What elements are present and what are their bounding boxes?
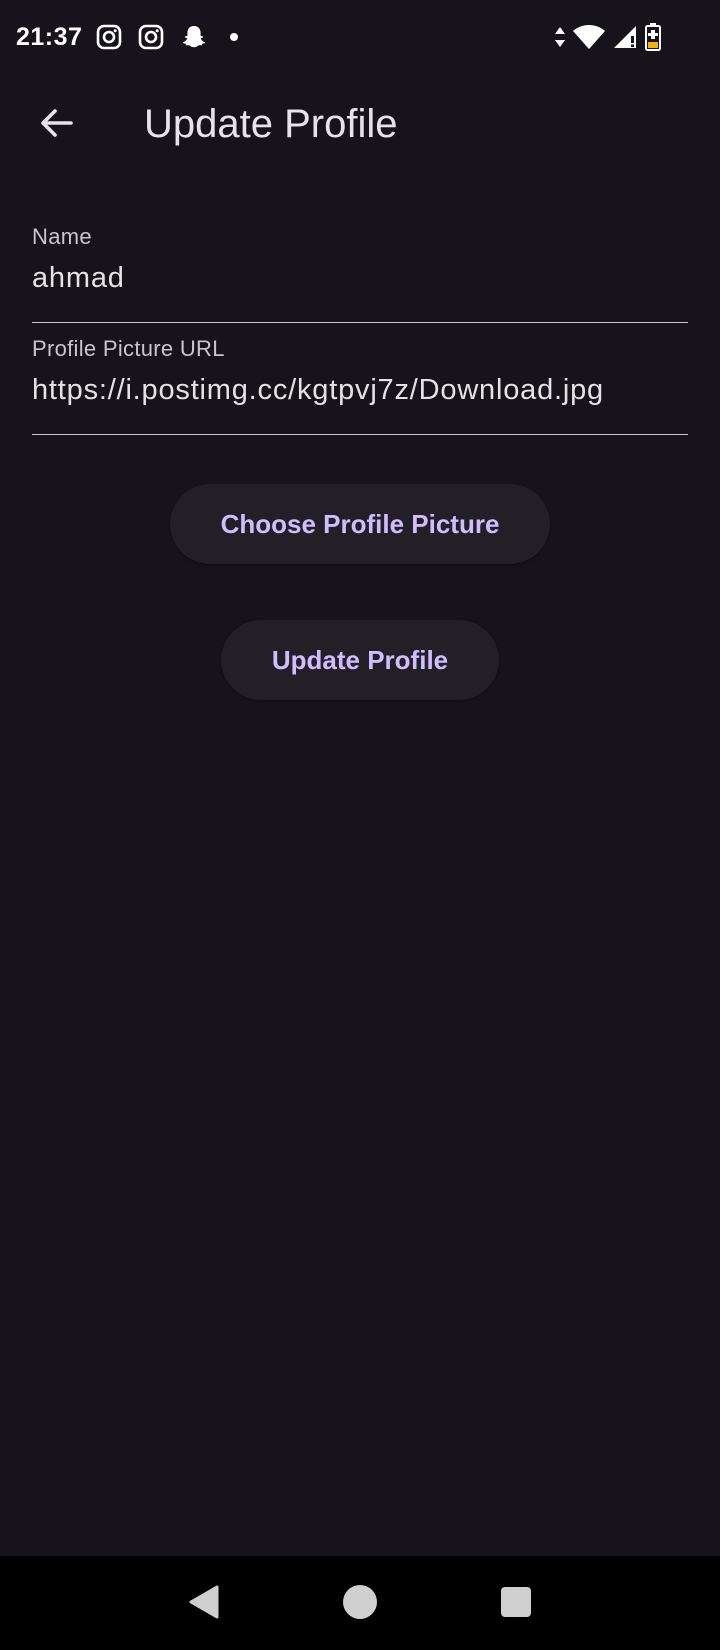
nav-home-button[interactable] xyxy=(330,1573,390,1633)
update-profile-button[interactable]: Update Profile xyxy=(221,620,499,700)
home-circle-icon xyxy=(342,1584,378,1623)
page-title: Update Profile xyxy=(144,101,398,146)
cell-signal-icon xyxy=(612,24,638,50)
back-button[interactable] xyxy=(24,92,88,156)
system-nav-bar xyxy=(0,1556,720,1650)
dot-icon xyxy=(224,27,244,47)
arrow-left-icon xyxy=(38,105,74,144)
profile-picture-url-field[interactable]: Profile Picture URL xyxy=(32,336,688,435)
system-icons xyxy=(554,22,662,52)
name-input[interactable] xyxy=(32,262,688,295)
nav-back-button[interactable] xyxy=(174,1573,234,1633)
instagram-icon xyxy=(138,24,164,50)
profile-picture-url-input[interactable] xyxy=(32,374,688,407)
profile-picture-url-label: Profile Picture URL xyxy=(32,336,225,361)
nav-recents-button[interactable] xyxy=(486,1573,546,1633)
recents-square-icon xyxy=(500,1586,532,1621)
name-field[interactable]: Name xyxy=(32,224,688,323)
app-bar: Update Profile xyxy=(0,84,720,164)
wifi-icon xyxy=(572,24,606,50)
status-bar: 21:37 xyxy=(0,0,720,74)
instagram-icon xyxy=(96,24,122,50)
data-transfer-icon xyxy=(554,25,566,49)
choose-profile-picture-button[interactable]: Choose Profile Picture xyxy=(170,484,550,564)
name-label: Name xyxy=(32,224,92,249)
snapchat-icon xyxy=(180,23,208,51)
notification-icons xyxy=(96,23,244,51)
battery-charging-icon xyxy=(644,22,662,52)
status-time: 21:37 xyxy=(16,22,83,51)
back-triangle-icon xyxy=(187,1584,221,1623)
